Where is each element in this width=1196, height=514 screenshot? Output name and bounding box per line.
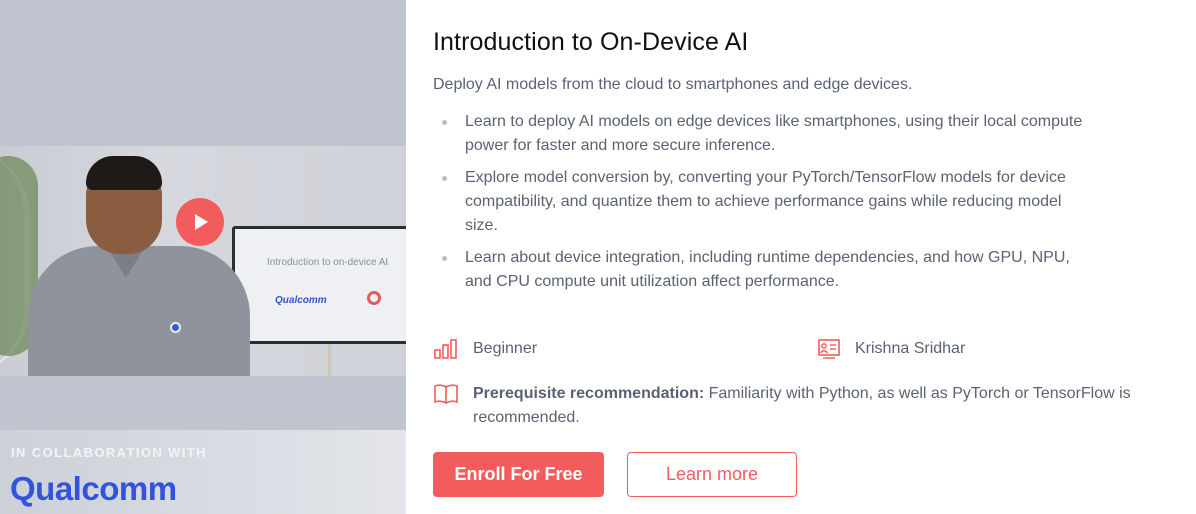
- collaboration-banner: IN COLLABORATION WITH Qualcomm: [0, 430, 406, 514]
- level-bars-icon: [434, 339, 457, 359]
- book-icon: [434, 384, 458, 404]
- level-label: Beginner: [473, 340, 538, 357]
- prerequisite-label: Prerequisite recommendation:: [473, 385, 705, 402]
- course-title: Introduction to On-Device AI: [433, 28, 749, 56]
- screen-slide-badge-icon: [367, 291, 381, 305]
- prerequisite-info: Prerequisite recommendation: Familiarity…: [433, 382, 1173, 430]
- course-details: Introduction to On-Device AI Deploy AI m…: [433, 0, 1173, 514]
- play-button[interactable]: [176, 198, 224, 246]
- instructor-figure: [28, 246, 250, 376]
- screen-slide: Introduction to on-device AI Qualcomm: [235, 229, 406, 341]
- instructor-name: Krishna Sridhar: [855, 340, 966, 357]
- level-info: Beginner: [433, 338, 537, 360]
- background-screen: Introduction to on-device AI Qualcomm: [232, 226, 406, 344]
- highlight-item: Learn to deploy AI models on edge device…: [433, 110, 1083, 158]
- screen-slide-logo: Qualcomm: [275, 295, 327, 306]
- screen-stand: [328, 344, 331, 376]
- partner-logo: Qualcomm: [10, 470, 177, 507]
- enroll-button[interactable]: Enroll For Free: [433, 452, 604, 497]
- instructor-hair: [86, 156, 162, 190]
- screen-slide-title: Introduction to on-device AI: [267, 257, 389, 268]
- instructor-pin-icon: [170, 322, 181, 333]
- course-media-panel: Introduction to on-device AI Qualcomm IN…: [0, 0, 406, 514]
- play-icon: [195, 214, 208, 230]
- instructor-info: Krishna Sridhar: [817, 338, 965, 360]
- instructor-board-icon: [818, 339, 840, 359]
- course-meta: Beginner Krishna Sridhar: [433, 338, 1173, 364]
- course-highlights: Learn to deploy AI models on edge device…: [433, 110, 1083, 302]
- collaboration-label: IN COLLABORATION WITH: [11, 445, 207, 460]
- highlight-item: Learn about device integration, includin…: [433, 246, 1083, 294]
- intro-video[interactable]: Introduction to on-device AI Qualcomm: [0, 146, 406, 376]
- prerequisite-text: Prerequisite recommendation: Familiarity…: [473, 382, 1173, 430]
- highlight-item: Explore model conversion by, converting …: [433, 166, 1083, 238]
- learn-more-button[interactable]: Learn more: [627, 452, 797, 497]
- course-subtitle: Deploy AI models from the cloud to smart…: [433, 76, 913, 93]
